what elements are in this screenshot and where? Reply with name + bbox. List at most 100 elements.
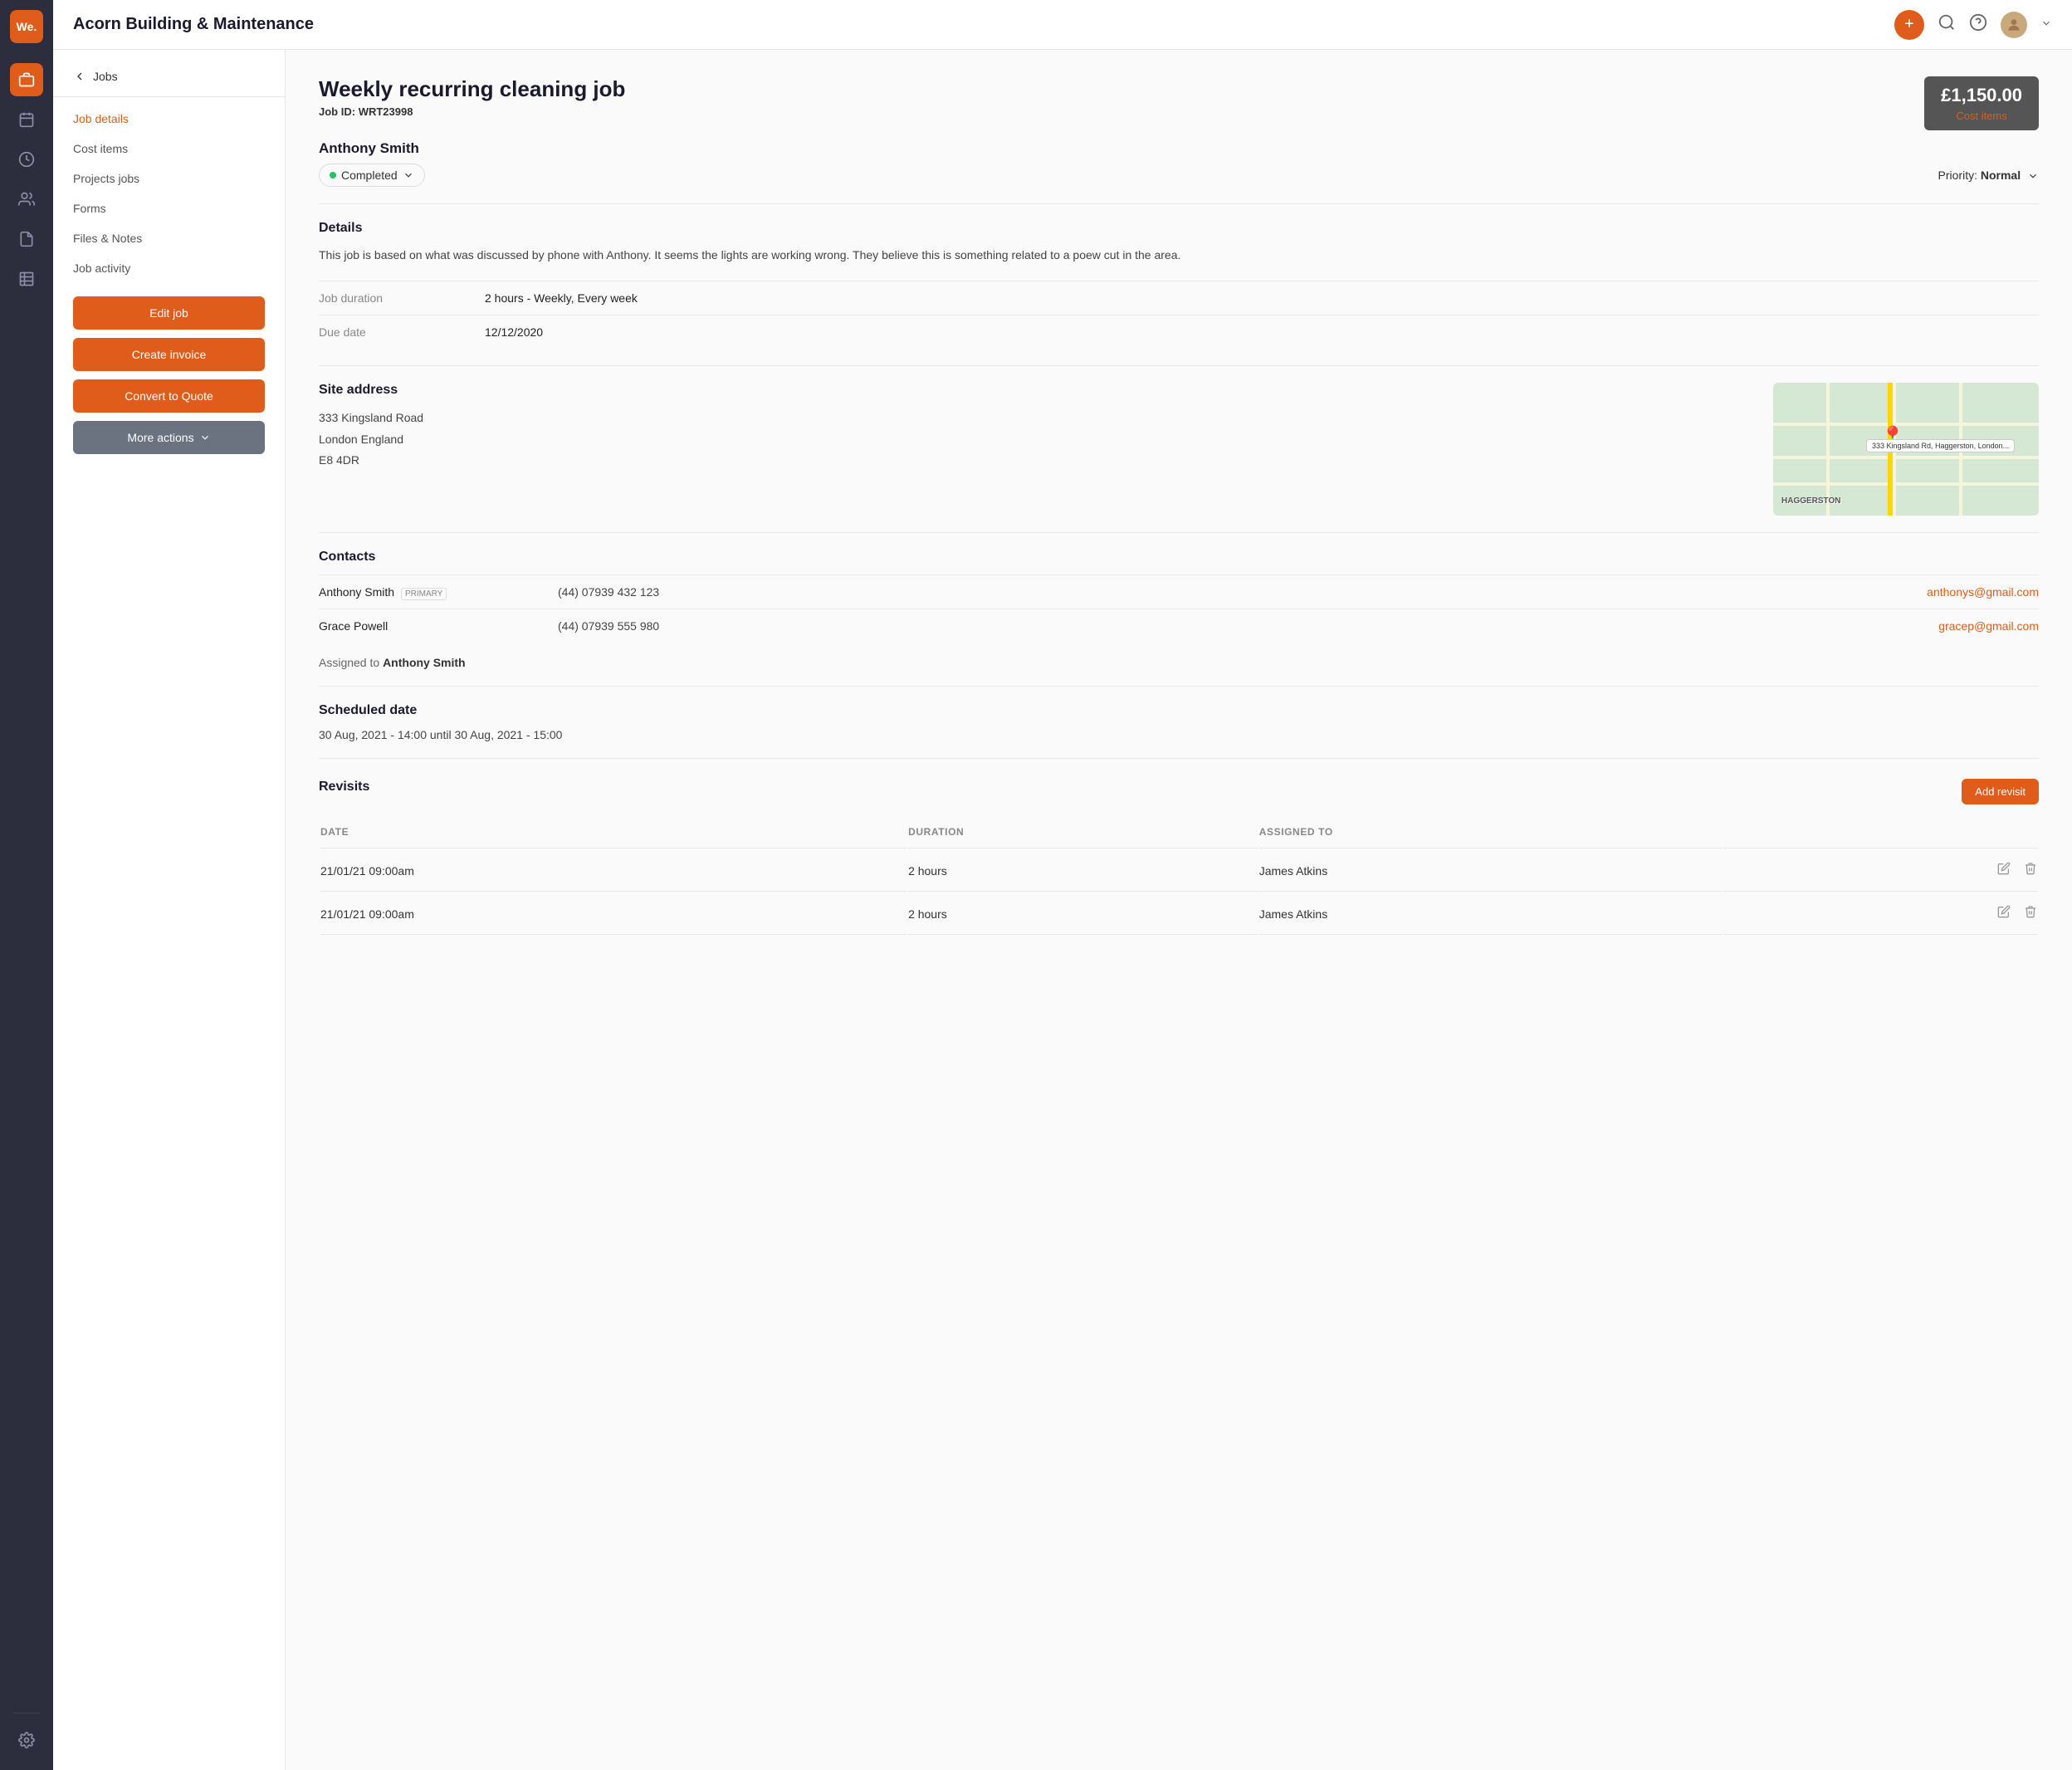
revisits-table: DATE DURATION ASSIGNED TO 21/01/21 09:00… <box>319 818 2039 936</box>
revisit-2-edit-icon[interactable] <box>1997 907 2014 922</box>
sidebar-item-files-notes[interactable]: Files & Notes <box>53 223 285 253</box>
nav-icon-table[interactable] <box>10 262 43 296</box>
sidebar-item-cost-items[interactable]: Cost items <box>53 134 285 164</box>
status-dot <box>330 172 336 178</box>
duration-value: 2 hours - Weekly, Every week <box>485 291 638 305</box>
col-assigned: ASSIGNED TO <box>1259 819 1722 848</box>
contact-1-phone: (44) 07939 432 123 <box>558 585 740 599</box>
assigned-text: Assigned to Anthony Smith <box>319 656 2039 669</box>
nav-icon-clock[interactable] <box>10 143 43 176</box>
revisit-2-delete-icon[interactable] <box>2024 907 2037 922</box>
contact-2-email[interactable]: gracep@gmail.com <box>1938 619 2039 633</box>
convert-to-quote-button[interactable]: Convert to Quote <box>73 379 265 413</box>
details-section: Details This job is based on what was di… <box>319 221 2039 349</box>
map-label: 333 Kingsland Rd, Haggerston, London... <box>1866 439 2015 452</box>
job-id-value: WRT23998 <box>359 105 413 118</box>
sidebar-actions: Edit job Create invoice Convert to Quote… <box>53 283 285 467</box>
site-address-title: Site address <box>319 383 1753 398</box>
details-text: This job is based on what was discussed … <box>319 246 2039 264</box>
contacts-title: Contacts <box>319 550 2039 565</box>
sidebar-item-forms[interactable]: Forms <box>53 193 285 223</box>
revisit-row-1: 21/01/21 09:00am 2 hours James Atkins <box>320 850 2037 892</box>
due-date-label: Due date <box>319 325 485 339</box>
revisit-1-delete-icon[interactable] <box>2024 864 2037 878</box>
client-name: Anthony Smith <box>319 140 2039 157</box>
header-actions: + <box>1894 10 2052 40</box>
sidebar-divider <box>13 1713 40 1714</box>
user-avatar[interactable] <box>2001 12 2027 38</box>
contact-1-badge: PRIMARY <box>401 588 447 600</box>
job-title-block: Weekly recurring cleaning job Job ID: WR… <box>319 76 625 118</box>
nav-icon-calendar[interactable] <box>10 103 43 136</box>
details-title: Details <box>319 221 2039 236</box>
job-header: Weekly recurring cleaning job Job ID: WR… <box>319 76 2039 130</box>
assigned-to: Anthony Smith <box>383 656 466 669</box>
map-placeholder[interactable]: 📍 333 Kingsland Rd, Haggerston, London..… <box>1773 383 2039 516</box>
divider-2 <box>319 365 2039 366</box>
contact-2-name: Grace Powell <box>319 619 551 633</box>
revisit-2-duration: 2 hours <box>908 893 1258 935</box>
status-row: Completed Priority: Normal <box>319 164 2039 187</box>
address-text: 333 Kingsland Road London England E8 4DR <box>319 408 1753 471</box>
sidebar-item-job-activity[interactable]: Job activity <box>53 253 285 283</box>
status-badge[interactable]: Completed <box>319 164 425 187</box>
more-actions-button[interactable]: More actions <box>73 421 265 454</box>
status-label: Completed <box>341 169 398 182</box>
revisit-1-edit-icon[interactable] <box>1997 864 2014 878</box>
col-date: DATE <box>320 819 906 848</box>
revisit-1-assigned: James Atkins <box>1259 850 1722 892</box>
priority-chevron-icon <box>2027 170 2039 182</box>
add-button[interactable]: + <box>1894 10 1924 40</box>
due-date-value: 12/12/2020 <box>485 325 543 339</box>
col-actions <box>1723 819 2037 848</box>
job-id: Job ID: WRT23998 <box>319 105 625 118</box>
revisit-row-2: 21/01/21 09:00am 2 hours James Atkins <box>320 893 2037 935</box>
divider-4 <box>319 686 2039 687</box>
nav-icon-document[interactable] <box>10 222 43 256</box>
sidebar-item-job-details[interactable]: Job details <box>53 104 285 134</box>
revisit-1-actions <box>1723 850 2037 892</box>
add-revisit-button[interactable]: Add revisit <box>1962 779 2039 804</box>
nav-icon-settings[interactable] <box>10 1724 43 1757</box>
due-date-row: Due date 12/12/2020 <box>319 315 2039 349</box>
app-logo[interactable]: We. <box>10 10 43 43</box>
left-sidebar: Jobs Job details Cost items Projects job… <box>53 50 286 1770</box>
nav-icon-users[interactable] <box>10 183 43 216</box>
divider-1 <box>319 203 2039 204</box>
revisit-1-date: 21/01/21 09:00am <box>320 850 906 892</box>
create-invoice-button[interactable]: Create invoice <box>73 338 265 371</box>
contact-row-2: Grace Powell (44) 07939 555 980 gracep@g… <box>319 609 2039 643</box>
cost-items-link[interactable]: Cost items <box>1941 110 2022 122</box>
address-block: Site address 333 Kingsland Road London E… <box>319 383 1753 516</box>
back-nav[interactable]: Jobs <box>53 63 285 97</box>
duration-row: Job duration 2 hours - Weekly, Every wee… <box>319 281 2039 315</box>
nav-icon-briefcase[interactable] <box>10 63 43 96</box>
contact-1-name: Anthony Smith PRIMARY <box>319 585 551 599</box>
help-button[interactable] <box>1969 13 1987 37</box>
divider-3 <box>319 532 2039 533</box>
edit-job-button[interactable]: Edit job <box>73 296 265 330</box>
site-address-section: Site address 333 Kingsland Road London E… <box>319 383 2039 516</box>
col-duration: DURATION <box>908 819 1258 848</box>
priority-value: Normal <box>1981 169 2021 182</box>
status-chevron-icon <box>403 169 414 181</box>
revisits-header: Revisits Add revisit <box>319 779 2039 804</box>
scheduled-section: Scheduled date 30 Aug, 2021 - 14:00 unti… <box>319 703 2039 741</box>
app-title: Acorn Building & Maintenance <box>73 15 1894 34</box>
contacts-section: Contacts Anthony Smith PRIMARY (44) 0793… <box>319 550 2039 643</box>
revisit-1-duration: 2 hours <box>908 850 1258 892</box>
contact-row-1: Anthony Smith PRIMARY (44) 07939 432 123… <box>319 575 2039 609</box>
user-menu-chevron[interactable] <box>2040 15 2052 34</box>
map-grid: 📍 333 Kingsland Rd, Haggerston, London..… <box>1773 383 2039 516</box>
contact-2-phone: (44) 07939 555 980 <box>558 619 740 633</box>
main-content: Weekly recurring cleaning job Job ID: WR… <box>286 50 2072 1770</box>
duration-label: Job duration <box>319 291 485 305</box>
sidebar-item-projects-jobs[interactable]: Projects jobs <box>53 164 285 193</box>
scheduled-dates: 30 Aug, 2021 - 14:00 until 30 Aug, 2021 … <box>319 728 2039 741</box>
revisit-2-date: 21/01/21 09:00am <box>320 893 906 935</box>
price-block: £1,150.00 Cost items <box>1924 76 2039 130</box>
divider-5 <box>319 758 2039 759</box>
contact-1-email[interactable]: anthonys@gmail.com <box>1927 585 2039 599</box>
search-button[interactable] <box>1938 13 1956 37</box>
icon-sidebar: We. <box>0 0 53 1770</box>
